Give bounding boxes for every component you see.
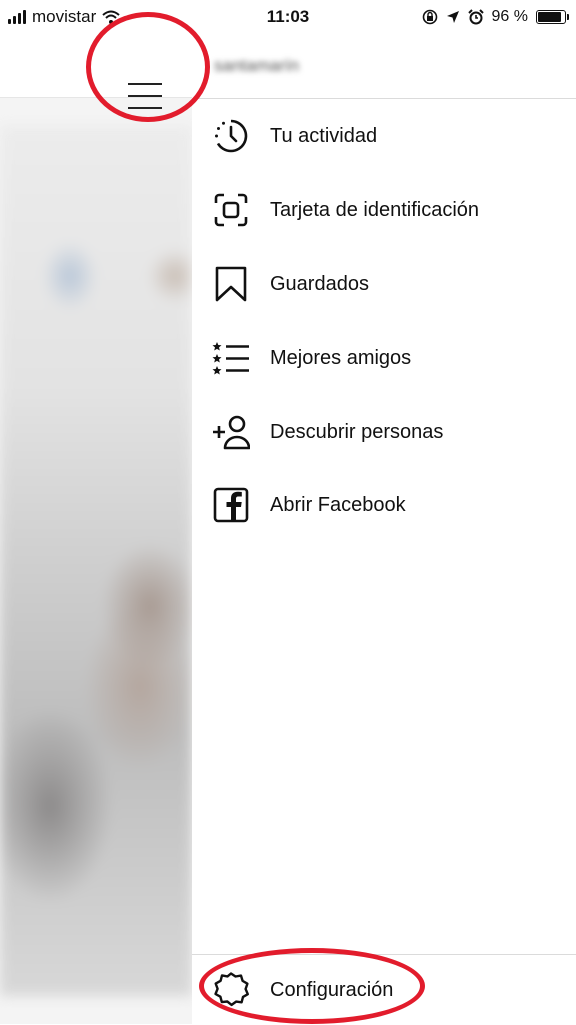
drawer-footer: Configuración [192,954,576,1025]
settings-label: Configuración [270,978,394,1001]
battery-fill [538,12,561,22]
menu-item-descubrir-personas[interactable]: Descubrir personas [192,404,576,460]
menu-item-label: Tarjeta de identificación [270,198,480,221]
background-header [0,34,192,109]
battery-percent: 96 % [491,8,528,25]
menu-item-label: Guardados [270,272,369,295]
menu-item-tu-actividad[interactable]: Tu actividad [192,108,576,164]
blurred-content [0,126,192,996]
menu-item-label: Descubrir personas [270,420,444,443]
battery-icon [536,10,569,24]
alarm-icon [467,9,484,25]
menu-item-guardados[interactable]: Guardados [192,256,576,312]
add-person-icon [212,413,250,451]
bookmark-icon [212,265,250,303]
menu-item-label: Abrir Facebook [270,493,406,516]
menu-item-label: Tu actividad [270,124,378,147]
settings-button[interactable]: Configuración [192,962,576,1018]
location-arrow-icon [446,11,459,23]
status-bar: movistar 11:03 96 % [0,0,576,34]
background-profile-screen [0,34,192,1024]
menu-item-tarjeta-identificacion[interactable]: Tarjeta de identificación [192,182,576,238]
drawer-header: santamarín [192,34,576,99]
activity-clock-icon [212,117,250,155]
status-right: 96 % [422,6,569,28]
side-drawer: santamarín Tu actividad Tarjeta de ident… [192,34,576,1024]
username: santamarín [214,56,300,75]
menu-item-label: Mejores amigos [270,346,412,369]
gear-icon [212,971,250,1009]
nametag-scan-icon [212,191,250,229]
hamburger-menu-icon[interactable] [128,81,162,111]
orientation-lock-icon [422,9,437,25]
close-friends-list-icon [212,339,250,377]
menu-item-mejores-amigos[interactable]: Mejores amigos [192,330,576,386]
menu-item-abrir-facebook[interactable]: Abrir Facebook [192,477,576,533]
facebook-icon [212,486,250,524]
